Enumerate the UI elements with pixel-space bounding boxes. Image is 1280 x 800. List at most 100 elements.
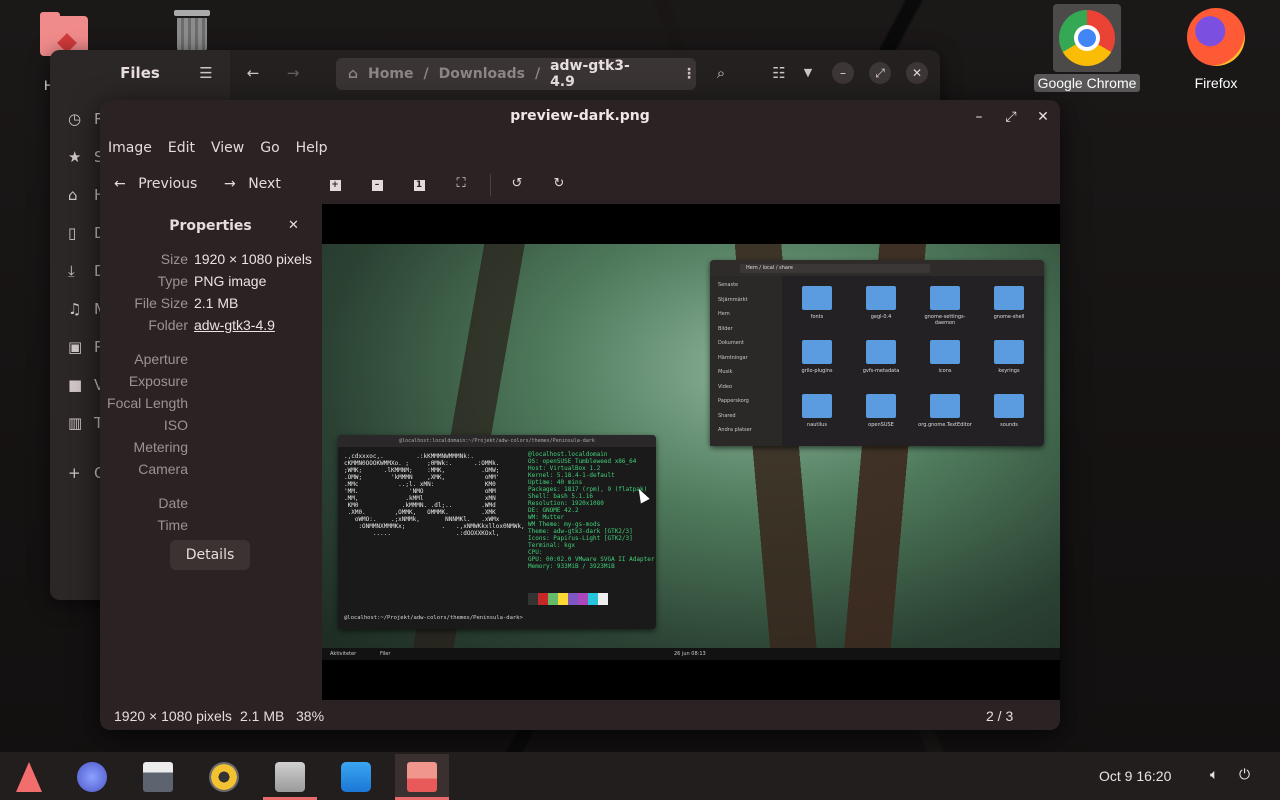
home-icon: ⌂ <box>348 66 359 82</box>
preview-ascii-logo: .,cdxxxoc,. .:kKMMMNWMMMNk:. cKMMN0OOOKW… <box>344 453 525 537</box>
neofetch-line: WM: Mutter <box>528 514 565 521</box>
trash-icon: ▥ <box>68 414 83 432</box>
back-icon[interactable]: ← <box>241 61 265 85</box>
rotate-right-icon[interactable]: ↻ <box>550 175 568 193</box>
volume-icon[interactable]: 🔈︎ <box>1210 767 1218 783</box>
image-canvas[interactable]: Hem / local / share Senaste Stjärnmärkt … <box>322 204 1060 700</box>
trash-icon <box>170 8 214 52</box>
sidebar-item-pictures[interactable]: ▣ P <box>68 338 103 356</box>
sidebar-item-videos[interactable]: ■V <box>68 376 104 394</box>
preview-folder-icon <box>994 394 1024 418</box>
menu-view[interactable]: View <box>203 138 252 162</box>
preview-folder-label: icons <box>938 368 952 374</box>
sidebar-item-trash[interactable]: ▥ T <box>68 414 103 432</box>
close-icon[interactable]: ✕ <box>288 218 299 233</box>
forward-icon[interactable]: → <box>281 61 305 85</box>
power-icon[interactable]: ⏻ <box>1239 767 1250 783</box>
property-row: Camera <box>138 461 188 477</box>
preview-folder-label: openSUSE <box>868 422 894 428</box>
next-button[interactable]: → Next <box>224 170 281 198</box>
menu-icon[interactable]: ☰ <box>194 61 218 85</box>
minimize-icon[interactable]: – <box>832 62 854 84</box>
sidebar-item-other-locations[interactable]: +O <box>68 464 106 482</box>
property-row: File Size 2.1 MB <box>134 295 239 311</box>
home-icon: ⌂ <box>68 186 78 204</box>
preview-folder-icon <box>930 286 960 310</box>
arrow-right-icon: → <box>224 176 236 192</box>
neofetch-line: OS: openSUSE Tumbleweed x86_64 <box>528 458 637 465</box>
clock-icon: ◷ <box>68 110 82 128</box>
desktop-icon-chrome[interactable]: Google Chrome <box>1031 4 1143 92</box>
image-viewer-icon <box>407 762 437 792</box>
close-icon[interactable]: ✕ <box>1033 107 1053 127</box>
taskbar-browser[interactable] <box>65 754 119 800</box>
minimize-icon[interactable]: – <box>969 107 989 127</box>
more-icon[interactable]: ⋮ <box>682 66 696 82</box>
chevron-down-icon[interactable]: ▼ <box>796 61 820 85</box>
preview-prompt: @localhost:~/Projekt/adw-colors/themes/P… <box>344 615 523 621</box>
sidebar-item-documents[interactable]: ▯D <box>68 224 106 242</box>
menu-edit[interactable]: Edit <box>160 138 203 162</box>
web-browser-icon <box>77 762 107 792</box>
folder-link[interactable]: adw-gtk3-4.9 <box>194 317 275 333</box>
preview-folder-icon <box>866 286 896 310</box>
maximize-icon[interactable]: ⤢ <box>1001 107 1021 127</box>
preview-folder-label: gegl-0.4 <box>870 314 892 320</box>
path-bar[interactable]: ⌂ Home / Downloads / adw-gtk3-4.9 ⋮ <box>336 58 696 90</box>
neofetch-line: Uptime: 40 mins <box>528 479 583 486</box>
taskbar-calendar[interactable] <box>131 754 185 800</box>
view-list-icon[interactable]: ☷ <box>767 61 791 85</box>
status-dimensions: 1920 × 1080 pixels <box>114 708 232 724</box>
preview-folder-icon <box>994 286 1024 310</box>
start-menu-button[interactable] <box>2 754 56 800</box>
files-headerbar: Files ☰ ← → ⌂ Home / Downloads / adw-gtk… <box>50 50 940 96</box>
preview-folder-icon <box>930 394 960 418</box>
path-segment[interactable]: Home <box>368 66 413 82</box>
sidebar-item-starred[interactable]: ★ S <box>68 148 104 166</box>
neofetch-line: Resolution: 1920x1080 <box>528 500 604 507</box>
property-row: Time <box>157 517 188 533</box>
toolbar-separator <box>490 174 491 196</box>
sidebar-item-music[interactable]: ♫M <box>68 300 107 318</box>
path-segment-current[interactable]: adw-gtk3-4.9 <box>550 58 648 90</box>
status-zoom: 38% <box>296 708 325 724</box>
sidebar-item-home[interactable]: ⌂H <box>68 186 105 204</box>
desktop-icon-trash[interactable] <box>144 8 240 52</box>
desktop-icon-firefox[interactable]: Firefox <box>1168 8 1264 92</box>
fit-to-window-icon[interactable]: ⛶ <box>452 175 470 193</box>
sidebar-item-downloads[interactable]: ⤓D <box>68 262 106 280</box>
neofetch-line: Kernel: 5.18.4-1-default <box>528 472 615 479</box>
menu-help[interactable]: Help <box>288 138 336 162</box>
rotate-left-icon[interactable]: ↺ <box>508 175 526 193</box>
preview-top-panel: Aktiviteter Filer 26 jun 08:13 <box>322 648 1060 660</box>
maximize-icon[interactable]: ⤢ <box>869 62 891 84</box>
taskbar-software[interactable] <box>329 754 383 800</box>
status-bar: 1920 × 1080 pixels 2.1 MB 38% 2 / 3 <box>100 704 1060 730</box>
preview-files-sidebar: Senaste Stjärnmärkt Hem Bilder Dokument … <box>710 276 782 446</box>
search-icon[interactable]: ⌕ <box>709 61 733 85</box>
taskbar-image-viewer[interactable] <box>395 754 449 800</box>
property-row: Aperture <box>134 351 188 367</box>
close-icon[interactable]: ✕ <box>906 62 928 84</box>
taskbar-clock[interactable]: Oct 9 16:20 <box>1099 768 1171 784</box>
start-menu-icon <box>14 762 44 792</box>
image-viewer-window[interactable]: preview-dark.png – ⤢ ✕ Image Edit View G… <box>100 100 1060 730</box>
taskbar: Oct 9 16:20 🔈︎ ⏻ <box>0 752 1280 800</box>
previous-button[interactable]: ← Previous <box>114 170 197 198</box>
path-segment[interactable]: Downloads <box>439 66 525 82</box>
zoom-out-icon[interactable]: – <box>368 175 386 193</box>
menu-go[interactable]: Go <box>252 138 287 162</box>
taskbar-music[interactable] <box>197 754 251 800</box>
preview-folder-label: grilo-plugins <box>801 368 833 374</box>
window-title: preview-dark.png <box>510 108 650 124</box>
picture-icon: ▣ <box>68 338 83 356</box>
sidebar-item-recent[interactable]: ◷R <box>68 110 104 128</box>
preview-folder-label: gnome-shell <box>993 314 1025 320</box>
taskbar-files[interactable] <box>263 754 317 800</box>
property-row: Size 1920 × 1080 pixels <box>160 251 312 267</box>
details-button[interactable]: Details <box>170 540 250 570</box>
menu-image[interactable]: Image <box>100 138 160 162</box>
zoom-original-icon[interactable]: 1 <box>410 175 428 193</box>
property-row: Folder adw-gtk3-4.9 <box>148 317 275 333</box>
zoom-in-icon[interactable]: + <box>326 175 344 193</box>
